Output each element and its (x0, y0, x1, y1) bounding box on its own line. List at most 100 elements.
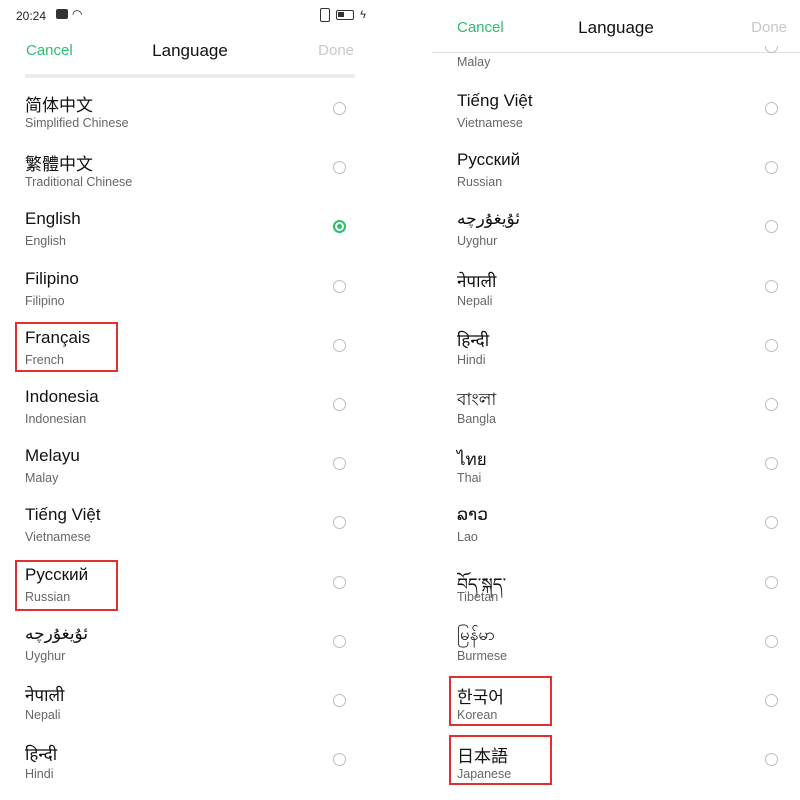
language-native-name: 繁體中文 (25, 155, 93, 175)
left-screenshot: 20:24 ◠ ϟ Cancel Language Done 简体中文 Simpl… (0, 0, 380, 800)
language-option[interactable]: नेपाली Nepali (0, 683, 380, 742)
language-english-name: Simplified Chinese (25, 116, 129, 130)
language-option[interactable]: ລາວ Lao (432, 505, 800, 564)
radio-button[interactable] (765, 398, 778, 411)
language-english-name: Uyghur (457, 234, 498, 249)
scroll-divider (25, 74, 355, 78)
language-option[interactable]: Tiếng Việt Vietnamese (0, 505, 380, 564)
radio-button[interactable] (333, 457, 346, 471)
language-option[interactable]: 繁體中文 Traditional Chinese (0, 150, 380, 209)
language-option[interactable]: ไทย Thai (432, 446, 800, 505)
radio-button[interactable] (333, 102, 346, 115)
highlight-box-russian (15, 560, 118, 611)
radio-button[interactable] (765, 753, 778, 767)
language-native-name: ไทย (457, 450, 487, 470)
language-option[interactable]: বাংলা Bangla (432, 387, 800, 446)
language-english-name: Malay (25, 471, 59, 486)
radio-button[interactable] (765, 694, 778, 707)
language-native-name: हिन्दी (25, 745, 58, 765)
language-english-name: Traditional Chinese (25, 175, 133, 190)
language-english-name: Thai (457, 471, 482, 486)
language-native-name: Melayu (25, 446, 80, 466)
language-english-name: Hindi (25, 767, 54, 782)
language-english-name: Hindi (457, 352, 486, 367)
language-option[interactable]: ئۇيغۇرچە Uyghur (432, 209, 800, 268)
language-option[interactable]: Filipino Filipino (0, 269, 380, 328)
done-button[interactable]: Done (318, 42, 354, 59)
radio-button[interactable] (765, 457, 778, 471)
language-english-name: Bangla (457, 412, 496, 426)
status-time: 20:24 (16, 9, 47, 23)
language-native-name: Tiếng Việt (457, 91, 533, 110)
language-option[interactable]: 简体中文 Simplified Chinese (0, 91, 380, 150)
radio-button[interactable] (765, 634, 778, 648)
language-english-name: Vietnamese (25, 530, 91, 545)
radio-button[interactable] (333, 398, 346, 411)
radio-button[interactable] (765, 516, 778, 530)
language-native-name: မြန်မာ (457, 624, 496, 644)
language-english-name: Lao (457, 530, 478, 545)
radio-button[interactable] (333, 634, 346, 648)
language-english-name: Nepali (25, 708, 61, 722)
language-native-name: ئۇيغۇرچە (25, 623, 89, 643)
highlight-box-korean (449, 676, 552, 726)
radio-button[interactable] (765, 220, 778, 234)
language-option[interactable]: Melayu Malay (0, 446, 380, 505)
language-native-name: Filipino (25, 268, 79, 288)
radio-button[interactable] (765, 102, 778, 115)
right-screenshot: Cancel Language Done Malay Tiếng Việt Vie… (432, 0, 800, 800)
language-native-name: नेपाली (457, 271, 497, 291)
language-option[interactable]: မြန်မာ Burmese (432, 624, 800, 683)
radio-button-selected[interactable] (333, 220, 346, 234)
navigation-bar: Cancel Language Done (432, 11, 800, 47)
language-option[interactable]: English English (0, 209, 380, 268)
message-icon (56, 9, 68, 19)
radio-button[interactable] (333, 694, 346, 707)
charging-icon: ϟ (360, 9, 366, 21)
language-english-name: Nepali (457, 293, 493, 308)
language-native-name: Русский (457, 150, 521, 170)
radio-button[interactable] (333, 161, 346, 175)
radio-button[interactable] (333, 338, 346, 352)
language-option[interactable]: ئۇيغۇرچە Uyghur (0, 624, 380, 683)
radio-button[interactable] (333, 516, 346, 530)
radio-button[interactable] (765, 279, 778, 293)
language-english-name: Filipino (25, 293, 65, 308)
status-bar: 20:24 ◠ ϟ (0, 0, 380, 34)
language-native-name: हिन्दी (457, 330, 490, 350)
language-native-name: नेपाली (25, 686, 65, 705)
battery-icon (336, 10, 355, 20)
language-english-name: Tibetan (457, 589, 499, 604)
language-option[interactable]: བོད་སྐད་ Tibetan (432, 565, 800, 624)
language-english-name: Uyghur (25, 648, 66, 663)
language-english-name: English (25, 234, 66, 249)
radio-button[interactable] (333, 279, 346, 293)
radio-button[interactable] (765, 575, 778, 589)
page-title: Language (578, 18, 654, 37)
highlight-box-french (15, 322, 118, 372)
radio-button[interactable] (765, 338, 778, 352)
language-english-name: Russian (457, 175, 503, 190)
language-native-name: Tiếng Việt (25, 505, 101, 525)
language-english-name: Burmese (457, 648, 508, 663)
language-native-name: বাংলা (457, 390, 497, 409)
language-option[interactable]: हिन्दी Hindi (0, 742, 380, 800)
language-native-name: 简体中文 (25, 96, 93, 115)
vibrate-icon (320, 8, 331, 22)
language-option[interactable]: Tiếng Việt Vietnamese (432, 91, 800, 150)
partial-language-label: Malay (457, 55, 491, 69)
language-english-name: Vietnamese (457, 116, 523, 130)
language-option[interactable]: नेपाली Nepali (432, 269, 800, 328)
wifi-icon: ◠ (72, 7, 83, 21)
language-native-name: Indonesia (25, 387, 99, 406)
radio-button[interactable] (765, 161, 778, 175)
language-option[interactable]: Indonesia Indonesian (0, 387, 380, 446)
header-divider (432, 52, 800, 53)
language-option[interactable]: हिन्दी Hindi (432, 328, 800, 387)
radio-button[interactable] (333, 753, 346, 767)
language-english-name: Indonesian (25, 412, 87, 426)
done-button[interactable]: Done (751, 19, 787, 36)
radio-button[interactable] (333, 575, 346, 589)
language-native-name: English (25, 209, 81, 229)
language-option[interactable]: Русский Russian (432, 150, 800, 209)
